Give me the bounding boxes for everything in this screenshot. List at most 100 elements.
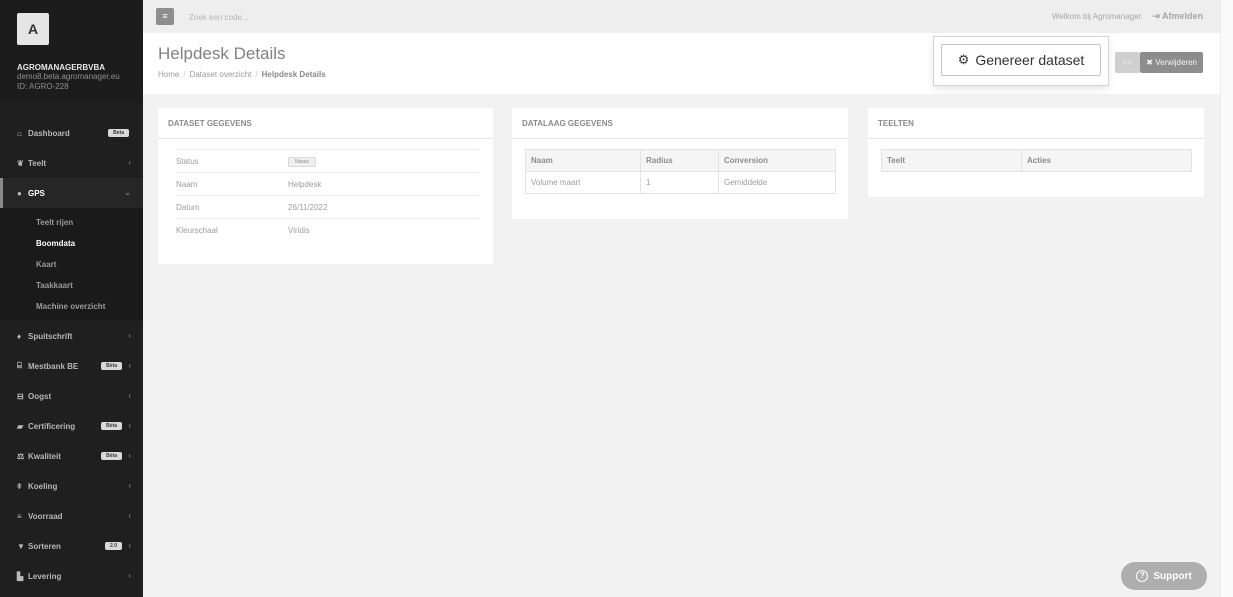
- chevron-left-icon: ‹: [128, 361, 131, 370]
- balance-scale-icon: ⚖: [17, 451, 25, 461]
- chevron-left-icon: ‹: [128, 511, 131, 520]
- company-name: AGROMANAGERBVBA: [17, 63, 105, 72]
- search-input[interactable]: [189, 9, 389, 25]
- main-content: DATASET GEGEVENS Status Nieuw Naam Helpdes…: [143, 94, 1220, 597]
- sidebar: A AGROMANAGERBVBA demo8.beta.agromanager…: [0, 0, 143, 597]
- chevron-left-icon: ‹: [128, 331, 131, 340]
- table-header-row: Naam Radius Conversion: [525, 149, 836, 172]
- breadcrumb: Home / Dataset overzicht / Helpdesk Details: [158, 70, 326, 79]
- column-header[interactable]: Teelt: [881, 149, 1022, 172]
- filter-icon: ▼: [17, 541, 25, 551]
- basket-icon: ⊟: [17, 391, 24, 401]
- top-bar: ≡ Welkom bij Agromanager. ⇥ Afmelden: [143, 0, 1220, 33]
- detail-value: Helpdesk: [287, 172, 479, 196]
- chevron-left-icon: ‹: [128, 571, 131, 580]
- table-row: Datum 26/11/2022: [175, 195, 479, 219]
- submenu-item-teelt-rijen[interactable]: Teelt rijen: [36, 212, 143, 233]
- sidebar-item-spuitschrift[interactable]: ♦ Spuitschrift ‹: [0, 321, 143, 351]
- sidebar-item-label: Levering: [28, 571, 62, 581]
- leaf-icon: ❦: [17, 158, 24, 168]
- dataset-details-table: Status Nieuw Naam Helpdesk Datum 26/11/2022…: [175, 149, 479, 242]
- sign-out-icon: ⇥: [1152, 11, 1162, 21]
- beta-badge: Bèta: [101, 452, 122, 460]
- column-header[interactable]: Naam: [525, 149, 641, 172]
- generate-dataset-label: Genereer dataset: [975, 52, 1085, 68]
- table-row: Kleurschaal Viridis: [175, 218, 479, 242]
- status-badge: Nieuw: [288, 156, 316, 167]
- chevron-left-icon: ‹: [128, 391, 131, 400]
- page-title: Helpdesk Details: [158, 44, 286, 63]
- sidebar-item-sorteren[interactable]: ▼ Sorteren 2.0 ‹: [0, 531, 143, 561]
- beta-badge: Bèta: [101, 362, 122, 370]
- sidebar-item-label: Sorteren: [28, 541, 61, 551]
- generate-dataset-button[interactable]: ⚙ Genereer dataset: [941, 44, 1101, 76]
- panel-title: DATASET GEGEVENS: [158, 108, 493, 139]
- close-icon: ✖: [1146, 58, 1156, 67]
- sidebar-item-label: Mestbank BE: [28, 361, 79, 371]
- delete-button[interactable]: ✖ Verwijderen: [1140, 52, 1203, 73]
- sidebar-item-voorraad[interactable]: ≡ Voorraad ‹: [0, 501, 143, 531]
- column-header[interactable]: Conversion: [718, 149, 836, 172]
- question-circle-icon: ?: [1136, 570, 1149, 582]
- thermometer-icon: ǂ: [17, 481, 22, 491]
- submenu-item-kaart[interactable]: Kaart: [36, 254, 143, 275]
- detail-key: Status: [175, 149, 287, 173]
- sidebar-menu: ⌂ Dashboard Beta ❦ Teelt ‹ ● GPS ⌄ Teelt…: [0, 118, 143, 591]
- support-label: Support: [1153, 570, 1192, 582]
- submenu-item-taakkaart[interactable]: Taakkaart: [36, 275, 143, 296]
- detail-key: Kleurschaal: [175, 218, 287, 242]
- breadcrumb-home[interactable]: Home: [158, 70, 179, 79]
- table-cell: Volume maart: [525, 171, 641, 194]
- sidebar-item-teelt[interactable]: ❦ Teelt ‹: [0, 148, 143, 178]
- panel-title: DATALAAG GEGEVENS: [512, 108, 848, 139]
- column-header[interactable]: Radius: [640, 149, 719, 172]
- chevron-left-icon: ‹: [128, 451, 131, 460]
- support-button[interactable]: ? Support: [1121, 562, 1207, 590]
- bank-icon: ⌸: [17, 361, 22, 370]
- detail-key: Datum: [175, 195, 287, 219]
- breadcrumb-current: Helpdesk Details: [261, 70, 326, 79]
- sidebar-item-mestbank-be[interactable]: ⌸ Mestbank BE Bèta ‹: [0, 351, 143, 381]
- truck-icon: ▙: [17, 571, 24, 581]
- sidebar-item-label: Teelt: [28, 158, 47, 168]
- column-header[interactable]: Acties: [1021, 149, 1192, 172]
- table-cell: 1: [640, 171, 719, 194]
- sidebar-item-kwaliteit[interactable]: ⚖ Kwaliteit Bèta ‹: [0, 441, 143, 471]
- gps-submenu: Teelt rijen Boomdata Kaart Taakkaart Mac…: [0, 208, 143, 321]
- detail-key: Naam: [175, 172, 287, 196]
- datalaag-table: Naam Radius Conversion Volume maart 1 Ge…: [525, 149, 836, 194]
- submenu-item-boomdata[interactable]: Boomdata: [36, 233, 143, 254]
- obscured-button[interactable]: en: [1115, 52, 1140, 73]
- avatar[interactable]: A: [17, 13, 49, 45]
- logout-link[interactable]: ⇥ Afmelden: [1152, 11, 1203, 22]
- breadcrumb-separator: /: [255, 70, 258, 79]
- sidebar-item-label: Dashboard: [28, 128, 70, 138]
- teelten-table: Teelt Acties: [881, 149, 1192, 172]
- map-marker-icon: ●: [17, 188, 22, 198]
- submenu-item-machine-overzicht[interactable]: Machine overzicht: [36, 296, 143, 317]
- account-id: ID: AGRO-228: [17, 82, 69, 91]
- breadcrumb-dataset-overzicht[interactable]: Dataset overzicht: [190, 70, 252, 79]
- hamburger-icon[interactable]: ≡: [156, 8, 174, 25]
- page-scrollbar[interactable]: [1220, 0, 1233, 597]
- droplet-icon: ♦: [17, 331, 22, 341]
- detail-value: Nieuw: [287, 149, 479, 173]
- version-badge: 2.0: [105, 542, 122, 550]
- sidebar-item-gps[interactable]: ● GPS ⌄: [0, 178, 143, 208]
- sidebar-item-levering[interactable]: ▙ Levering ‹: [0, 561, 143, 591]
- cogs-icon: ⚙: [957, 52, 970, 67]
- sidebar-item-certificering[interactable]: ▰ Certificering Bèta ‹: [0, 411, 143, 441]
- panel-title: TEELTEN: [868, 108, 1204, 139]
- sidebar-item-dashboard[interactable]: ⌂ Dashboard Beta: [0, 118, 143, 148]
- chevron-left-icon: ‹: [128, 158, 131, 167]
- chevron-down-icon: ⌄: [124, 188, 131, 197]
- sidebar-item-label: Spuitschrift: [28, 331, 73, 341]
- home-icon: ⌂: [17, 128, 22, 138]
- dataset-panel: DATASET GEGEVENS Status Nieuw Naam Helpdes…: [158, 108, 493, 264]
- logout-label: Afmelden: [1161, 11, 1203, 21]
- table-row: Volume maart 1 Gemiddelde: [525, 171, 836, 194]
- sidebar-item-oogst[interactable]: ⊟ Oogst ‹: [0, 381, 143, 411]
- certificate-icon: ▰: [17, 421, 24, 431]
- detail-value: Viridis: [287, 218, 479, 242]
- sidebar-item-koeling[interactable]: ǂ Koeling ‹: [0, 471, 143, 501]
